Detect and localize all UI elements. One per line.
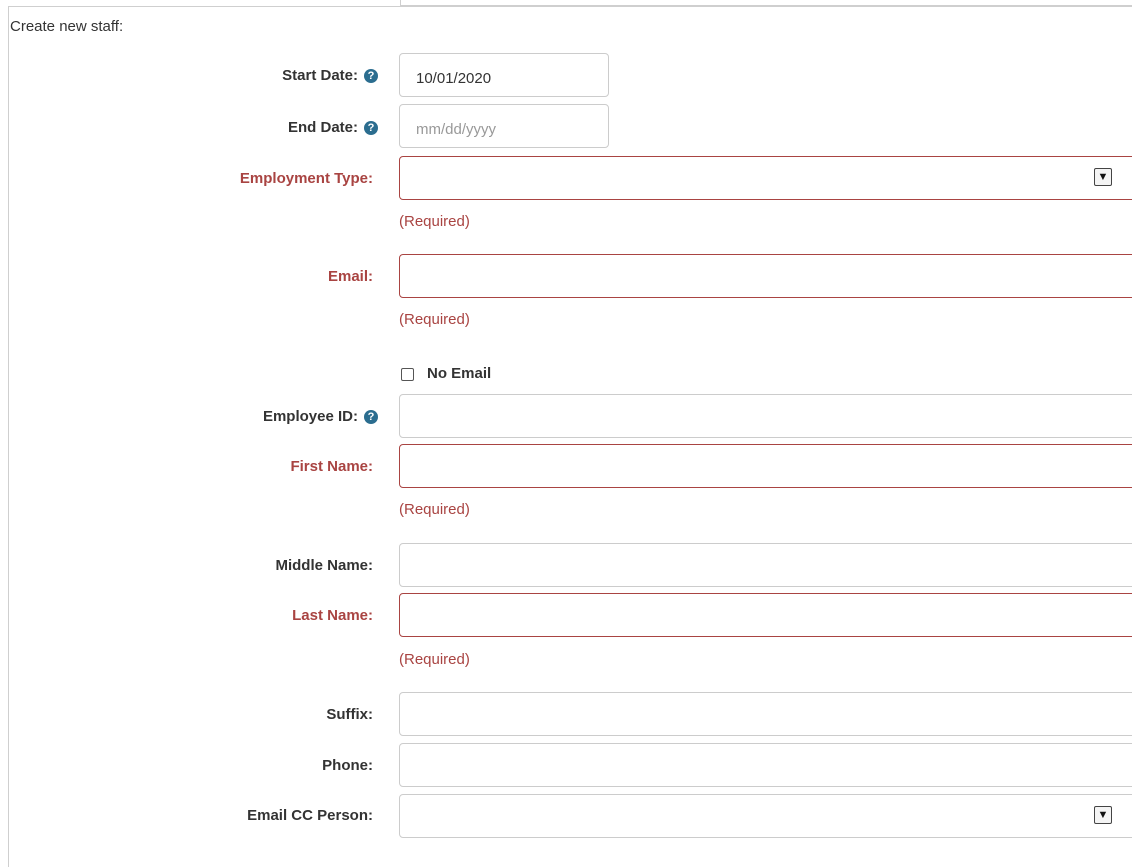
last-name-label: Last Name: <box>292 607 373 624</box>
first-name-field[interactable] <box>399 444 1132 488</box>
question-circle-icon[interactable]: ? <box>364 69 378 83</box>
question-circle-icon[interactable]: ? <box>364 121 378 135</box>
employment-type-required: (Required) <box>399 213 470 230</box>
first-name-label: First Name: <box>290 458 373 475</box>
start-date-value: 10/01/2020 <box>416 70 492 87</box>
phone-field[interactable] <box>399 743 1132 787</box>
phone-label: Phone: <box>322 757 373 774</box>
middle-name-field[interactable] <box>399 543 1132 587</box>
email-cc-person-label: Email CC Person: <box>247 807 373 824</box>
last-name-required: (Required) <box>399 651 470 668</box>
email-cc-person-select[interactable] <box>399 794 1132 838</box>
suffix-label: Suffix: <box>326 706 373 723</box>
chevron-down-icon[interactable]: ▼ <box>1094 806 1112 824</box>
middle-name-label: Middle Name: <box>275 557 373 574</box>
end-date-label: End Date:? <box>288 119 378 136</box>
top-divider <box>400 0 1132 6</box>
chevron-down-icon[interactable]: ▼ <box>1094 168 1112 186</box>
email-required: (Required) <box>399 311 470 328</box>
email-field[interactable] <box>399 254 1132 298</box>
section-title: Create new staff: <box>10 18 124 35</box>
start-date-input[interactable]: 10/01/2020 <box>399 53 609 97</box>
email-label: Email: <box>327 268 373 285</box>
start-date-label: Start Date:? <box>282 67 378 84</box>
end-date-input[interactable]: mm/dd/yyyy <box>399 104 609 148</box>
no-email-label[interactable]: No Email <box>427 365 491 382</box>
employee-id-label-text: Employee ID: <box>262 408 358 425</box>
suffix-field[interactable] <box>399 692 1132 736</box>
no-email-checkbox[interactable] <box>401 368 414 381</box>
employment-type-select[interactable] <box>399 156 1132 200</box>
question-circle-icon[interactable]: ? <box>364 410 378 424</box>
start-date-label-text: Start Date: <box>282 67 358 84</box>
end-date-label-text: End Date: <box>287 119 358 136</box>
end-date-placeholder: mm/dd/yyyy <box>416 121 497 138</box>
employment-type-label: Employment Type: <box>239 170 373 187</box>
first-name-required: (Required) <box>399 501 470 518</box>
last-name-field[interactable] <box>399 593 1132 637</box>
employee-id-label: Employee ID:? <box>263 408 378 425</box>
employee-id-field[interactable] <box>399 394 1132 438</box>
